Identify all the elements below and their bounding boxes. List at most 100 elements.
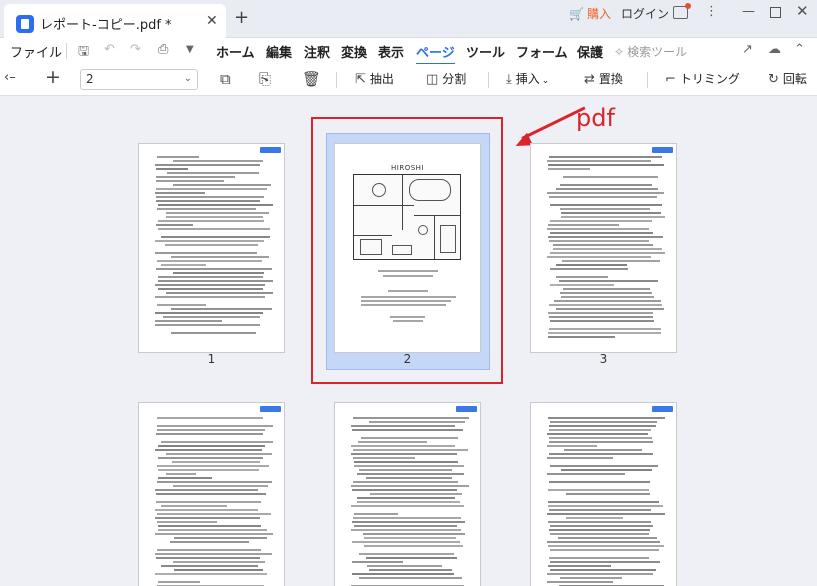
text-line bbox=[156, 180, 224, 182]
tab-close-icon[interactable]: ✕ bbox=[206, 13, 218, 29]
page-badge bbox=[652, 406, 673, 412]
text-line bbox=[351, 445, 455, 447]
text-line bbox=[161, 441, 273, 443]
text-line bbox=[547, 513, 665, 515]
redo-icon[interactable]: ↷ bbox=[130, 42, 141, 57]
text-line bbox=[171, 308, 272, 310]
text-line bbox=[155, 553, 272, 555]
text-line bbox=[548, 505, 663, 507]
text-line bbox=[158, 525, 261, 527]
text-line bbox=[156, 224, 193, 226]
page-thumbnail-3[interactable] bbox=[530, 143, 677, 353]
crop-button[interactable]: ⌐ トリミング bbox=[665, 70, 740, 87]
text-line bbox=[549, 453, 653, 455]
text-line bbox=[549, 441, 653, 443]
page-thumbnail-1[interactable] bbox=[138, 143, 285, 353]
insert-blank-page-icon[interactable]: ⧉ bbox=[220, 70, 231, 88]
expand-icon[interactable]: ⌃ bbox=[794, 42, 805, 57]
replace-button[interactable]: ⇄ 置換 bbox=[584, 70, 623, 87]
text-line bbox=[562, 260, 660, 262]
maximize-icon[interactable] bbox=[770, 7, 781, 18]
menu-protect[interactable]: 保護 bbox=[577, 42, 603, 61]
menu-file[interactable]: ファイル bbox=[10, 42, 62, 61]
menu-page[interactable]: ページ bbox=[416, 42, 455, 65]
text-line bbox=[549, 481, 650, 483]
document-tab[interactable]: レポート-コピー.pdf * ✕ bbox=[4, 4, 226, 38]
divider bbox=[488, 72, 489, 88]
split-button[interactable]: ◫ 分割 bbox=[426, 70, 466, 87]
text-line bbox=[158, 457, 263, 459]
text-line bbox=[566, 517, 623, 519]
text-line bbox=[156, 196, 264, 198]
login-button[interactable]: ログイン bbox=[621, 5, 669, 22]
search-tools-button[interactable]: ✧ 検索ツール bbox=[614, 43, 687, 60]
scroll-left-icon[interactable]: ‹– bbox=[4, 70, 16, 85]
quick-access-dropdown-icon[interactable]: ▼ bbox=[186, 44, 194, 55]
menu-annotate[interactable]: 注釈 bbox=[304, 42, 330, 61]
text-line bbox=[549, 437, 652, 439]
rotate-button[interactable]: ↻ 回転 bbox=[768, 70, 807, 87]
menu-form[interactable]: フォーム bbox=[516, 42, 568, 61]
replace-icon: ⇄ bbox=[584, 72, 595, 87]
divider bbox=[647, 72, 648, 88]
text-line bbox=[550, 284, 614, 286]
more-options-icon[interactable]: ⋮ bbox=[705, 4, 718, 19]
upload-icon[interactable]: ☁ bbox=[768, 42, 781, 57]
text-line bbox=[564, 449, 642, 451]
insert-button[interactable]: ⤓ 挿入 ⌄ bbox=[506, 70, 549, 87]
lightbulb-icon: ✧ bbox=[614, 45, 625, 59]
page-badge bbox=[260, 147, 281, 153]
text-line bbox=[558, 537, 657, 539]
text-line bbox=[364, 537, 456, 539]
text-line bbox=[156, 176, 235, 178]
minimize-icon[interactable]: — bbox=[742, 4, 755, 19]
menu-convert[interactable]: 変換 bbox=[341, 42, 367, 61]
text-line bbox=[157, 260, 262, 262]
text-line bbox=[560, 292, 652, 294]
page-thumbnail-6[interactable] bbox=[530, 402, 677, 586]
text-line bbox=[155, 324, 260, 326]
menu-tools[interactable]: ツール bbox=[466, 42, 505, 61]
page-thumbnail-4[interactable] bbox=[138, 402, 285, 586]
text-line bbox=[549, 304, 662, 306]
text-line bbox=[351, 453, 457, 455]
page-thumbnail-5[interactable] bbox=[334, 402, 481, 586]
text-line bbox=[155, 573, 267, 575]
save-icon[interactable]: 🖫 bbox=[78, 42, 89, 64]
menu-home[interactable]: ホーム bbox=[216, 42, 255, 61]
buy-button[interactable]: 🛒 購入 bbox=[569, 5, 611, 22]
share-icon[interactable]: ↗ bbox=[742, 42, 753, 57]
print-icon[interactable]: ⎙ bbox=[158, 42, 168, 57]
extract-button[interactable]: ⇱ 抽出 bbox=[355, 70, 394, 87]
insert-from-file-icon[interactable]: ⎘ bbox=[259, 70, 271, 88]
menu-edit[interactable]: 編集 bbox=[266, 42, 292, 61]
text-line bbox=[354, 461, 458, 463]
divider bbox=[66, 43, 67, 59]
text-line bbox=[547, 160, 651, 162]
text-line bbox=[158, 477, 212, 479]
text-line bbox=[155, 449, 262, 451]
text-line bbox=[550, 252, 665, 254]
text-line bbox=[158, 204, 273, 206]
page-number-select[interactable]: 2 ⌄ bbox=[80, 69, 198, 90]
cart-icon: 🛒 bbox=[569, 7, 584, 21]
text-line bbox=[353, 457, 415, 459]
text-line bbox=[550, 268, 628, 270]
zoom-in-icon[interactable]: + bbox=[45, 66, 61, 88]
window-close-icon[interactable]: ✕ bbox=[796, 2, 809, 20]
text-line bbox=[352, 489, 457, 491]
text-line bbox=[173, 184, 271, 186]
text-line bbox=[549, 196, 657, 198]
text-line bbox=[547, 433, 648, 435]
caption-line bbox=[361, 300, 451, 302]
delete-page-icon[interactable]: 🗑 bbox=[302, 70, 321, 88]
undo-icon[interactable]: ↶ bbox=[104, 42, 115, 57]
title-bar: レポート-コピー.pdf * ✕ + 🛒 購入 ログイン ⋮ — ✕ bbox=[0, 0, 817, 38]
message-icon[interactable] bbox=[673, 3, 691, 19]
text-line bbox=[550, 421, 657, 423]
text-line bbox=[352, 541, 460, 543]
page-thumbnail-2[interactable]: HIROSHI bbox=[334, 143, 481, 353]
page-number-label: 2 bbox=[403, 352, 412, 366]
menu-view[interactable]: 表示 bbox=[378, 42, 404, 61]
new-tab-icon[interactable]: + bbox=[234, 7, 249, 28]
